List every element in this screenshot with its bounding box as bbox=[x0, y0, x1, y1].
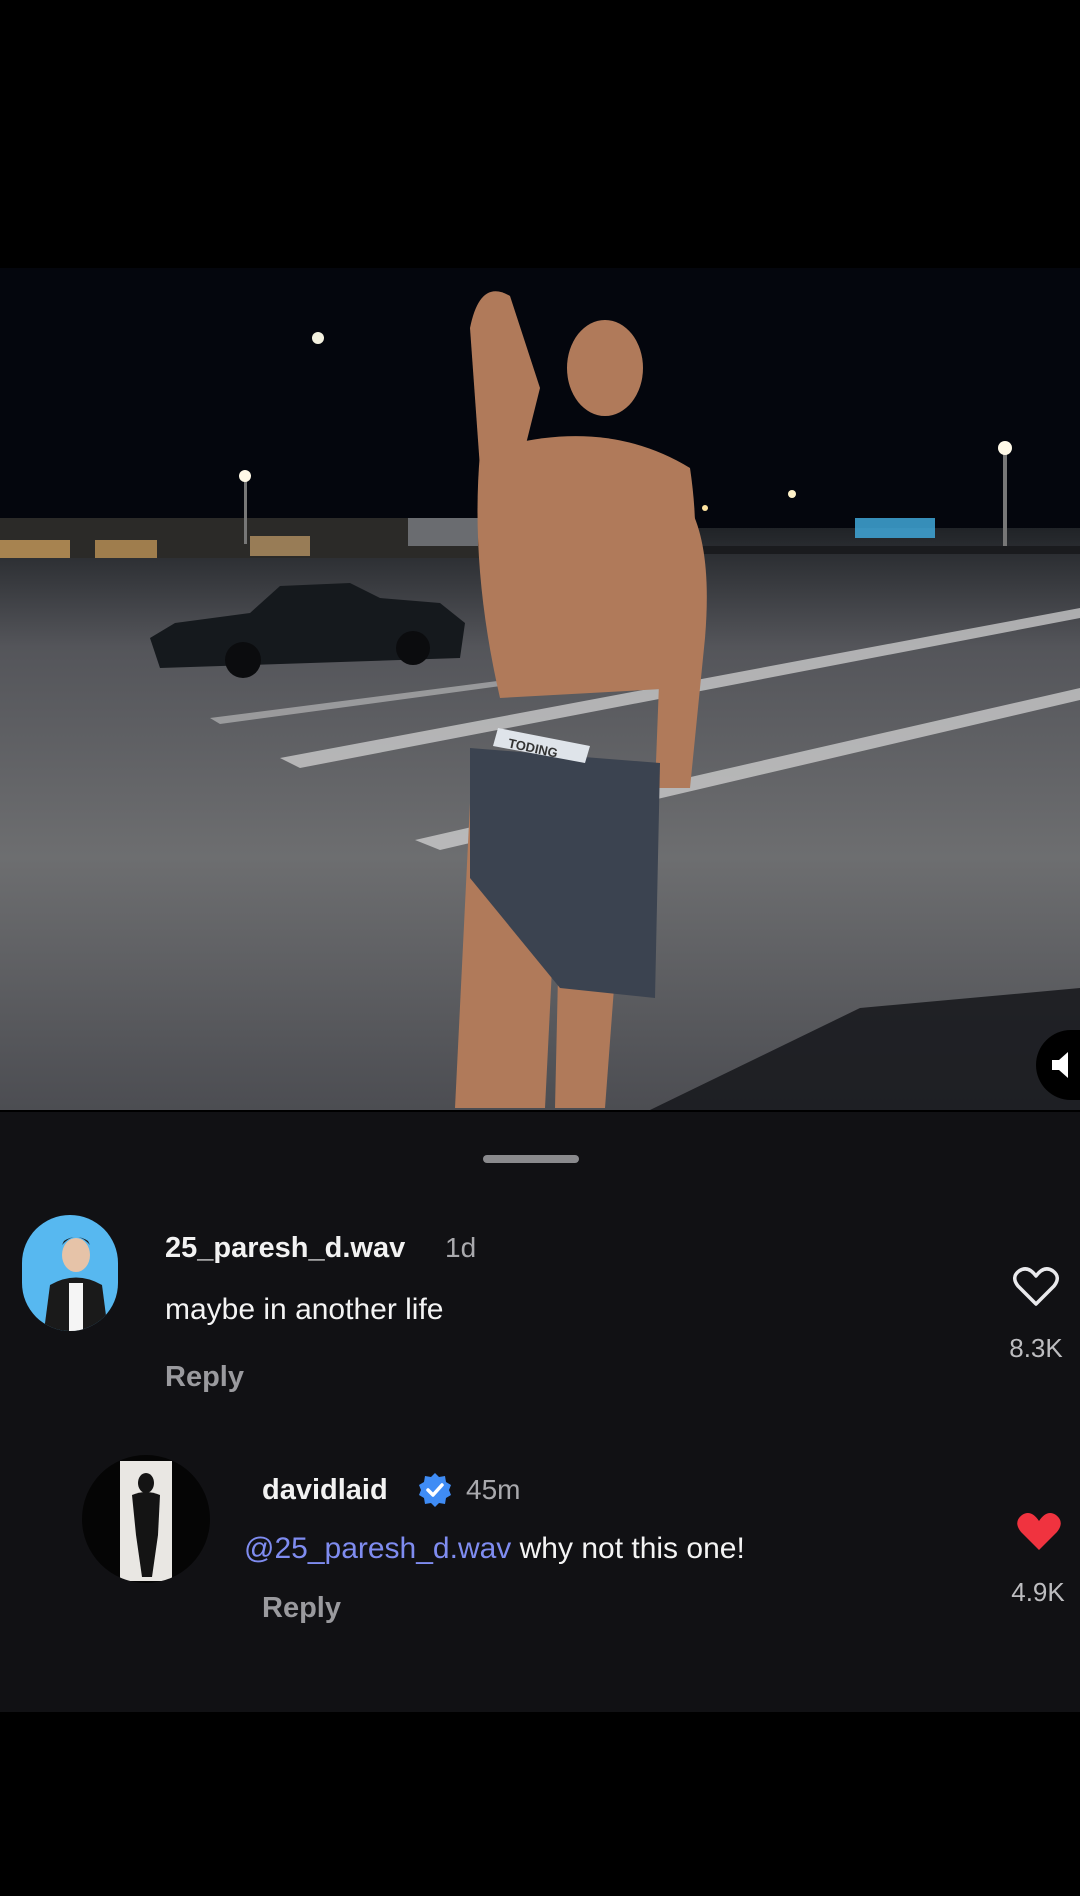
reply-button[interactable]: Reply bbox=[165, 1361, 244, 1394]
mention-link[interactable]: @25_paresh_d.wav bbox=[244, 1532, 511, 1565]
video-frame-image: TODING bbox=[0, 268, 1080, 1110]
comment-username[interactable]: 25_paresh_d.wav bbox=[165, 1232, 405, 1265]
video-player[interactable]: TODING bbox=[0, 268, 1080, 1110]
avatar-image bbox=[82, 1455, 210, 1583]
avatar[interactable] bbox=[22, 1215, 118, 1331]
comments-sheet bbox=[0, 1112, 1080, 1712]
heart-outline-icon[interactable] bbox=[1013, 1267, 1059, 1307]
heart-filled-icon[interactable] bbox=[1016, 1512, 1062, 1552]
reply-button[interactable]: Reply bbox=[262, 1592, 341, 1625]
sheet-drag-handle[interactable] bbox=[483, 1155, 579, 1163]
like-count: 4.9K bbox=[1011, 1577, 1065, 1607]
speaker-icon bbox=[1052, 1052, 1068, 1078]
comment-text: maybe in another life bbox=[165, 1293, 444, 1326]
avatar-image bbox=[22, 1215, 118, 1331]
comment-username[interactable]: davidlaid bbox=[262, 1474, 388, 1507]
comment-body: why not this one! bbox=[519, 1532, 745, 1565]
comment-timestamp: 1d bbox=[445, 1232, 477, 1263]
like-count: 8.3K bbox=[1009, 1333, 1063, 1363]
comment-timestamp: 45m bbox=[466, 1474, 521, 1505]
avatar[interactable] bbox=[82, 1455, 210, 1583]
verified-badge-icon bbox=[419, 1473, 451, 1507]
comment-text: @25_paresh_d.wav why not this one! bbox=[244, 1532, 745, 1566]
